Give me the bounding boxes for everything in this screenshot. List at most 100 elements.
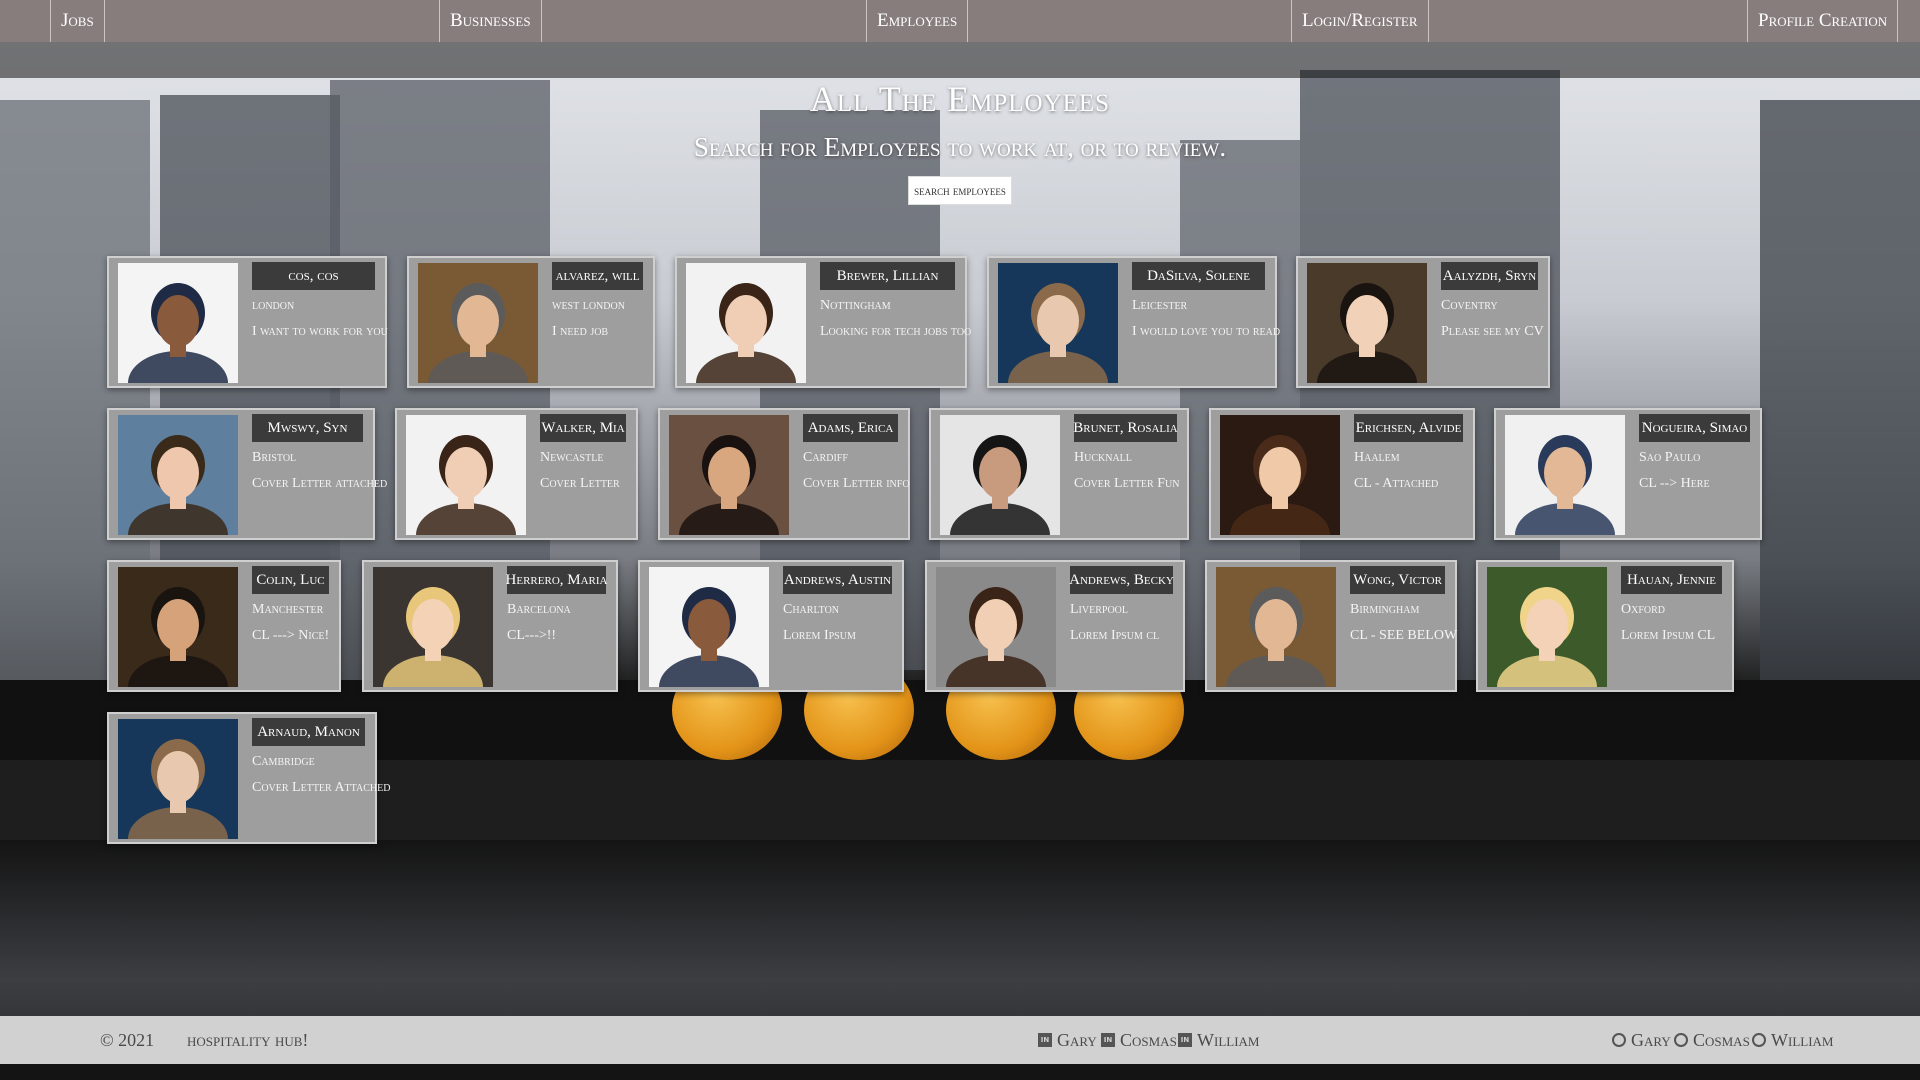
employee-card[interactable]: Arnaud, Manon Cambridge Cover Letter Attac… [107,712,390,844]
nav-label: Jobs [61,10,94,31]
employee-location: Barcelona [507,602,571,617]
footer-linkedin-cosmas[interactable]: in Cosmas [1101,1016,1177,1064]
employee-location: Coventry [1441,298,1498,313]
employee-name[interactable]: Andrews, Becky [1069,566,1174,594]
employee-note: Cover Letter [540,476,620,491]
employee-card[interactable]: Walker, Mia Newcastle Cover Letter [395,408,638,540]
employee-card[interactable]: Herrero, Maria Barcelona CL--->!! [362,560,618,692]
employee-name[interactable]: Brewer, Lillian [820,262,955,290]
footer-github-william[interactable]: William [1752,1016,1833,1064]
search-employees-button[interactable]: search employees [908,176,1012,205]
employee-photo [1220,415,1340,535]
employee-photo [118,719,238,839]
employee-location: Cambridge [252,754,315,769]
employee-name[interactable]: DaSilva, Solene [1132,262,1265,290]
employee-photo [940,415,1060,535]
employee-name[interactable]: Arnaud, Manon [252,718,365,746]
employee-location: Leicester [1132,298,1188,313]
footer-link-label: William [1197,1029,1260,1050]
footer-brand[interactable]: hospitality hub! [187,1016,308,1064]
footer-link-label: Cosmas [1693,1029,1750,1050]
employee-card[interactable]: Erichsen, Alvide Haalem CL - Attached [1209,408,1475,540]
employee-photo [669,415,789,535]
top-nav: Jobs Businesses Employees Login/Register… [0,0,1920,78]
employee-name[interactable]: Hauan, Jennie [1621,566,1722,594]
bg-building [1760,100,1920,680]
footer-link-label: Cosmas [1120,1029,1177,1050]
nav-label: Businesses [450,10,531,31]
employee-card[interactable]: alvarez, will west london I need job [407,256,655,388]
employee-note: CL --> Here [1639,476,1710,491]
employee-card[interactable]: Colin, Luc Manchester CL ---> Nice! [107,560,341,692]
employee-name[interactable]: Brunet, Rosalia [1073,414,1178,442]
page-title: All The Employees [809,79,1111,119]
nav-shadow-strip [0,42,1920,78]
employee-note: CL - Attached [1354,476,1439,491]
footer-linkedin-william[interactable]: in William [1178,1016,1259,1064]
employee-note: Lorem Ipsum [783,628,856,643]
employee-location: Newcastle [540,450,604,465]
employee-location: Hucknall [1074,450,1132,465]
employee-name[interactable]: Herrero, Maria [506,566,607,594]
employee-card[interactable]: Andrews, Austin Charlton Lorem Ipsum [638,560,904,692]
employee-name[interactable]: Wong, Victor [1350,566,1445,594]
employee-location: Bristol [252,450,297,465]
employee-name[interactable]: Walker, Mia [540,414,626,442]
employee-name[interactable]: alvarez, will [552,262,643,290]
nav-employees[interactable]: Employees [866,0,969,42]
employee-location: west london [552,298,625,313]
employee-photo [649,567,769,687]
employee-card[interactable]: Mwswy, Syn Bristol Cover Letter attached [107,408,387,540]
page-subtitle: Search for Employees to work at, or to r… [693,132,1227,162]
employee-name[interactable]: Andrews, Austin [783,566,892,594]
employee-card[interactable]: Adams, Erica Cardiff Cover Letter info [658,408,910,540]
employee-photo [1307,263,1427,383]
employee-name[interactable]: Aalyzdh, Sryn [1441,262,1538,290]
employee-card[interactable]: Brunet, Rosalia Hucknall Cover Letter Fun [929,408,1189,540]
employee-photo [118,263,238,383]
employee-photo [406,415,526,535]
employee-note: Lorem Ipsum CL [1621,628,1716,643]
footer-linkedin-gary[interactable]: in Gary [1038,1016,1097,1064]
nav-jobs[interactable]: Jobs [50,0,105,42]
footer-github-gary[interactable]: Gary [1612,1016,1671,1064]
employee-name[interactable]: Erichsen, Alvide [1354,414,1463,442]
nav-businesses[interactable]: Businesses [439,0,542,42]
employee-card[interactable]: Hauan, Jennie Oxford Lorem Ipsum CL [1476,560,1734,692]
employee-location: Sao Paulo [1639,450,1701,465]
employee-name[interactable]: Adams, Erica [803,414,898,442]
employee-name[interactable]: Nogueira, Simao [1639,414,1750,442]
employee-location: Manchester [252,602,324,617]
employee-card[interactable]: DaSilva, Solene Leicester I would love you… [987,256,1281,388]
footer-copyright: © 2021 [100,1029,155,1050]
employee-location: Charlton [783,602,840,617]
employee-name[interactable]: Mwswy, Syn [252,414,363,442]
linkedin-icon: in [1038,1033,1052,1047]
employee-photo [998,263,1118,383]
github-icon [1612,1033,1626,1047]
employee-photo [373,567,493,687]
employee-name[interactable]: cos, cos [252,262,375,290]
employee-card[interactable]: Andrews, Becky Liverpool Lorem Ipsum cl [925,560,1185,692]
employee-photo [1505,415,1625,535]
nav-login-register[interactable]: Login/Register [1291,0,1429,42]
employee-photo [418,263,538,383]
nav-profile-creation[interactable]: Profile Creation [1747,0,1899,42]
employee-note: Cover Letter attached [252,476,388,491]
employee-location: Haalem [1354,450,1400,465]
footer-github-cosmas[interactable]: Cosmas [1674,1016,1750,1064]
employee-note: I would love you to read [1132,324,1281,339]
employee-location: Oxford [1621,602,1666,617]
nav-label: Login/Register [1302,10,1418,31]
employee-name[interactable]: Colin, Luc [252,566,329,594]
employee-note: Lorem Ipsum cl [1070,628,1160,643]
employee-card[interactable]: Wong, Victor Birmingham CL - SEE BELOW [1205,560,1457,692]
employee-card[interactable]: Aalyzdh, Sryn Coventry Please see my CV [1296,256,1550,388]
employee-card[interactable]: Nogueira, Simao Sao Paulo CL --> Here [1494,408,1762,540]
employee-note: CL--->!! [507,628,557,643]
employee-location: london [252,298,295,313]
page-header: All The Employees Search for Employees t… [0,78,1920,163]
employee-card[interactable]: cos, cos london I want to work for you [107,256,388,388]
employee-card[interactable]: Brewer, Lillian Nottingham Looking for tec… [675,256,971,388]
footer-link-label: Gary [1631,1029,1671,1050]
